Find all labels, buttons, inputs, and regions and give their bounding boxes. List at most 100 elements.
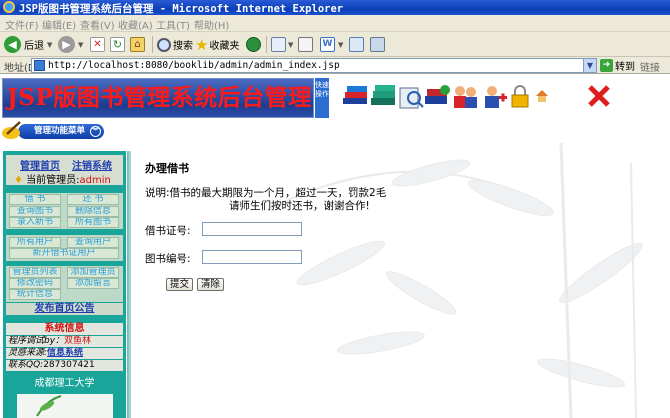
address-url[interactable]: http://localhost:8080/booklib/admin/admi… — [48, 60, 340, 71]
logout-link[interactable]: 注销系统 — [72, 157, 112, 172]
tool-icon — [370, 37, 385, 52]
home-icon: ⌂ — [130, 37, 145, 52]
favorites-button[interactable]: ★ 收藏夹 — [195, 35, 239, 54]
submit-button[interactable]: 提交 — [166, 278, 194, 291]
sidebar-item-all-users[interactable]: 所有用户 — [9, 237, 61, 248]
go-arrow-icon: ➜ — [600, 59, 613, 72]
current-admin-label: 当前管理员: — [26, 175, 80, 186]
back-arrow-icon: ◀ — [4, 36, 21, 53]
refresh-button[interactable]: ↻ — [110, 35, 125, 54]
add-user-icon[interactable] — [480, 84, 508, 110]
sidebar-header: 管理首页 注销系统 ♦ 当前管理员:admin — [6, 155, 123, 186]
sidebar-item-add-message[interactable]: 添加留言 — [67, 278, 119, 289]
search-book-icon[interactable] — [397, 84, 425, 110]
sys-inspiration-link[interactable]: 信息系统 — [47, 348, 83, 358]
toolbar-separator — [152, 36, 153, 53]
sidebar-item-borrow[interactable]: 借 书 — [9, 194, 61, 205]
sys-row-qq: 联系QQ:287307421 — [6, 360, 123, 371]
mail-icon — [271, 37, 286, 52]
search-label: 搜索 — [173, 41, 193, 52]
window-title-bar: JSP版图书管理系统后台管理 - Microsoft Internet Expl… — [0, 0, 670, 15]
back-dropdown-icon[interactable]: ▼ — [47, 41, 52, 49]
sys-inspiration-label: 灵感来源: — [8, 348, 48, 358]
stop-button[interactable]: ✕ — [90, 35, 105, 54]
sys-qq-label: 联系QQ: — [8, 360, 44, 370]
page-icon — [34, 60, 45, 71]
stop-icon: ✕ — [90, 37, 105, 52]
borrow-rules-line2: 请师生们按时还书，谢谢合作! — [229, 200, 370, 212]
menu-tools[interactable]: 工具(T) — [156, 17, 190, 32]
function-menu-button[interactable]: 管理功能菜单 ︾ — [0, 120, 105, 142]
page-title: 办理借书 — [145, 162, 189, 175]
school-name: 成都理工大学 — [34, 378, 95, 389]
sidebar-item-return[interactable]: 还 书 — [67, 194, 119, 205]
sidebar-item-admin-list[interactable]: 管理员列表 — [9, 267, 61, 278]
admin-home-link[interactable]: 管理首页 — [20, 157, 60, 172]
forward-button[interactable]: ▶ ▼ — [58, 35, 83, 54]
menu-file[interactable]: 文件(F) — [5, 17, 39, 32]
menu-help[interactable]: 帮助(H) — [194, 17, 229, 32]
books-icon[interactable] — [341, 84, 369, 110]
print-icon — [298, 37, 313, 52]
sidebar-item-search-users[interactable]: 查询用户 — [67, 237, 119, 248]
menu-edit[interactable]: 编辑(E) — [42, 17, 76, 32]
key-icon: ♦ — [14, 175, 23, 186]
menu-group-users: 所有用户 查询用户 新开借书证用户 — [6, 235, 123, 261]
home-button[interactable]: ⌂ — [130, 35, 145, 54]
book-stack-icon[interactable] — [369, 84, 397, 110]
function-menu-label: 管理功能菜单 — [34, 126, 86, 136]
address-dropdown-icon[interactable]: ▼ — [583, 59, 596, 72]
publish-notice-link[interactable]: 发布首页公告 — [6, 303, 123, 315]
sidebar-item-search-books[interactable]: 查询图书 — [9, 206, 61, 217]
function-menu-bar[interactable]: 管理功能菜单 ︾ — [18, 124, 104, 139]
sidebar-item-statistics[interactable]: 统计信息 — [9, 289, 61, 300]
search-button[interactable]: 搜索 — [157, 35, 193, 54]
messenger-button[interactable] — [349, 35, 364, 54]
address-input[interactable]: http://localhost:8080/booklib/admin/admi… — [31, 58, 597, 73]
sidebar-item-change-password[interactable]: 修改密码 — [9, 278, 61, 289]
current-admin-name: admin — [79, 175, 111, 186]
mail-button[interactable]: ▼ — [271, 35, 293, 54]
sidebar-item-new-card[interactable]: 新开借书证用户 — [9, 248, 119, 259]
menu-group-books: 借 书 还 书 查询图书 删除信息 录入新书 所有图书 — [6, 193, 123, 229]
users-icon[interactable] — [451, 84, 479, 110]
history-button[interactable] — [246, 35, 261, 54]
lock-icon[interactable] — [510, 84, 530, 110]
book-number-label: 图书编号: — [145, 253, 191, 265]
sidebar-item-all-books[interactable]: 所有图书 — [67, 217, 119, 228]
go-label: 转到 — [615, 62, 635, 73]
card-number-input[interactable] — [202, 222, 302, 236]
sidebar-item-add-admin[interactable]: 添加管理员 — [67, 267, 119, 278]
edit-button[interactable]: W ▼ — [320, 35, 343, 54]
home-icon[interactable] — [535, 84, 549, 110]
search-icon — [157, 37, 171, 52]
menu-favorites[interactable]: 收藏(A) — [118, 17, 153, 32]
menu-view[interactable]: 查看(V) — [80, 17, 115, 32]
sidebar-decoration-image — [17, 394, 113, 418]
back-button[interactable]: ◀ 后退 ▼ — [4, 35, 52, 54]
edit-dropdown-icon[interactable]: ▼ — [338, 41, 343, 49]
close-icon[interactable] — [587, 84, 611, 108]
go-button[interactable]: ➜ 转到 — [600, 58, 635, 73]
history-icon — [246, 37, 261, 52]
menu-group-admin: 管理员列表 添加管理员 修改密码 添加留言 统计信息 — [6, 266, 123, 302]
links-label[interactable]: 链接 — [640, 59, 660, 74]
menu-bar: 文件(F) 编辑(E) 查看(V) 收藏(A) 工具(T) 帮助(H) — [0, 15, 670, 32]
ie-logo-icon — [3, 1, 15, 13]
tool-button[interactable] — [370, 35, 385, 54]
toolbar-separator — [266, 36, 267, 53]
reset-button[interactable]: 清除 — [197, 278, 225, 291]
sys-row-debug: 程序调试by：双鱼林 — [6, 336, 123, 347]
print-button[interactable] — [298, 35, 313, 54]
sys-debug-label: 程序调试by： — [8, 336, 65, 346]
add-book-icon[interactable] — [423, 84, 451, 110]
sidebar: 管理首页 注销系统 ♦ 当前管理员:admin 借 书 还 书 查询图书 删除信… — [3, 151, 126, 418]
book-number-input[interactable] — [202, 250, 302, 264]
sidebar-item-delete-info[interactable]: 删除信息 — [67, 206, 119, 217]
sidebar-item-add-book[interactable]: 录入新书 — [9, 217, 61, 228]
chevron-down-icon[interactable]: ︾ — [90, 126, 101, 137]
favorites-star-icon: ★ — [195, 35, 209, 54]
address-bar: 地址(D) http://localhost:8080/booklib/admi… — [0, 57, 670, 74]
forward-dropdown-icon[interactable]: ▼ — [78, 41, 83, 49]
mail-dropdown-icon[interactable]: ▼ — [288, 41, 293, 49]
